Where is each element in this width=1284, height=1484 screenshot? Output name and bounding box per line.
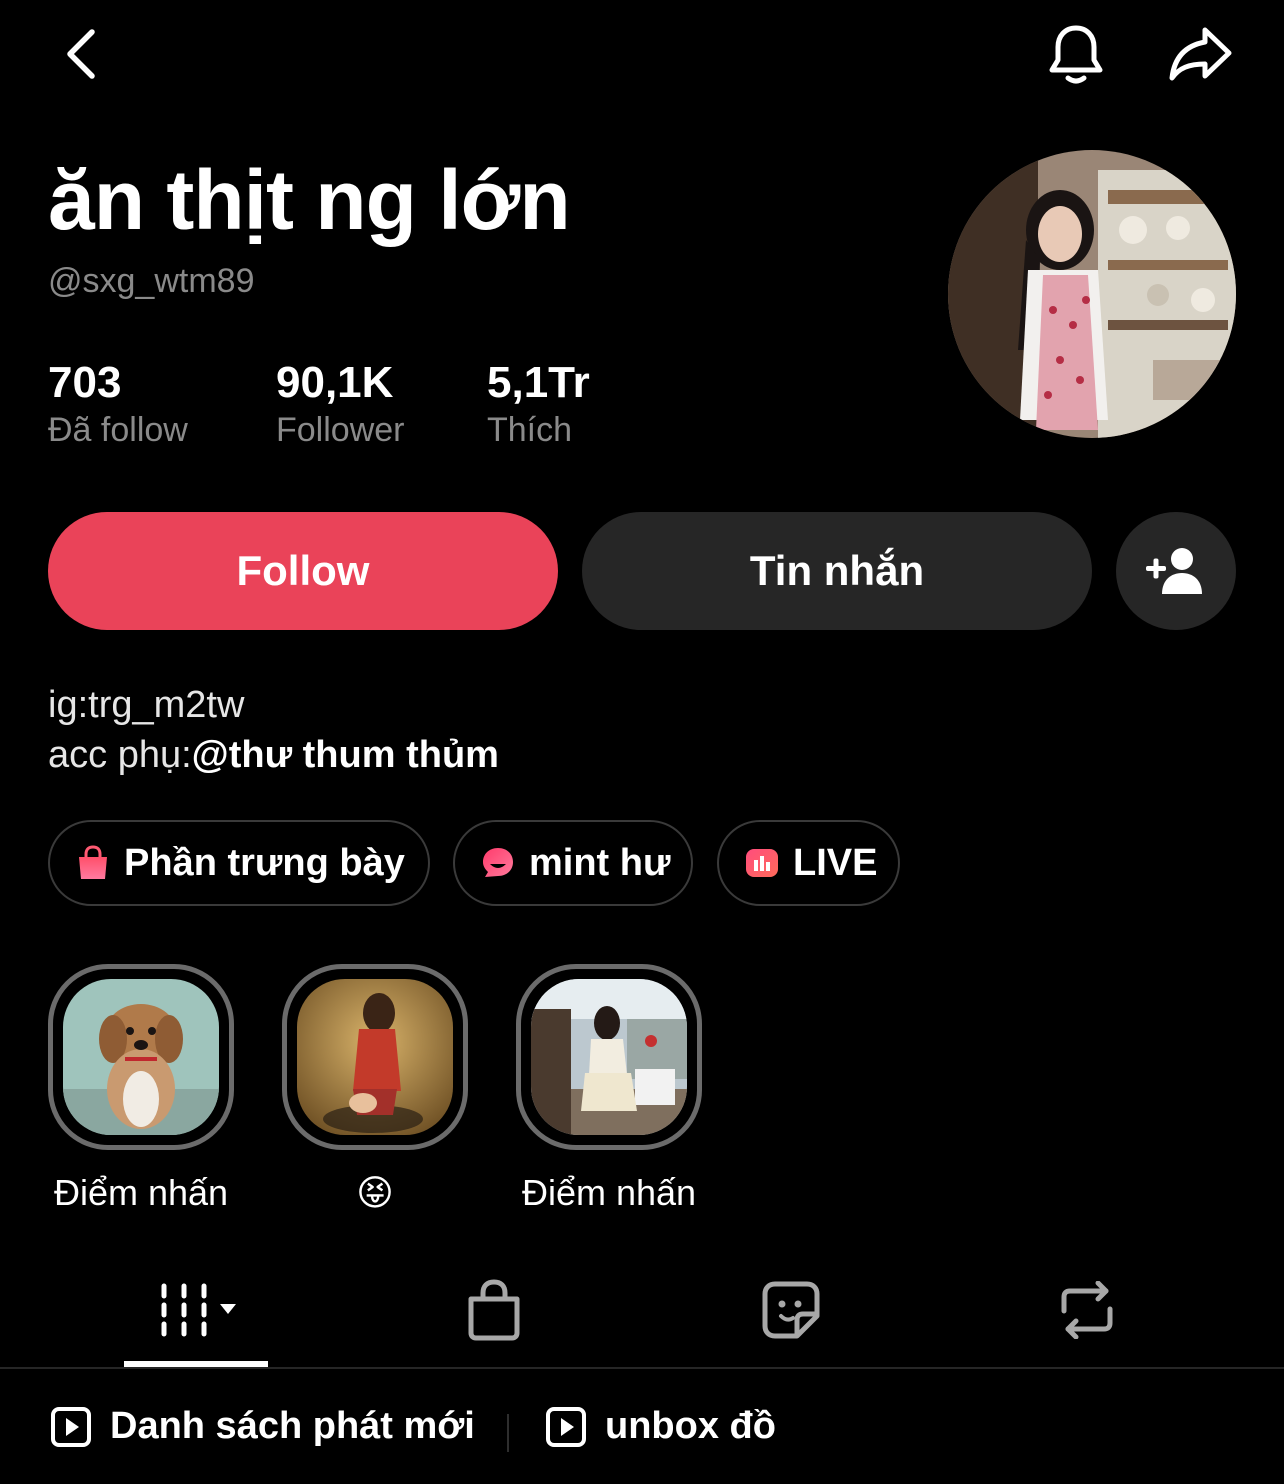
bio-mention[interactable]: @thư thum thủm [192,734,499,776]
stat-likes-label: Thích [487,411,573,449]
follow-button[interactable]: Follow [48,512,558,630]
playlist-1-label: Danh sách phát mới [110,1405,475,1447]
share-button[interactable] [1160,14,1240,94]
highlight-2-caption: 😝 [356,1172,394,1213]
tab-stickers[interactable] [717,1270,865,1350]
sticker-icon [762,1281,820,1339]
highlight-3[interactable]: Điểm nhấn [516,964,702,1214]
chip-showcase[interactable]: Phần trưng bày [48,820,430,906]
chip-showcase-label: Phần trưng bày [124,841,405,884]
chip-mint[interactable]: mint hư [453,820,693,906]
bell-icon [1049,25,1103,84]
bio-line-2: acc phụ:@thư thum thủm [48,734,499,777]
avatar[interactable] [948,150,1236,438]
shopping-bag-icon [76,845,110,881]
back-button[interactable] [40,14,120,94]
playlist-separator [507,1414,509,1452]
playlist-2-label: unbox đồ [605,1405,776,1447]
share-arrow-icon [1169,27,1232,81]
chevron-down-icon [220,1304,236,1314]
chevron-left-icon [67,29,95,79]
chat-bubble-icon [481,846,515,880]
highlight-1-image [63,979,219,1135]
repost-icon [1061,1281,1113,1339]
username: @sxg_wtm89 [48,262,255,300]
bio-line-1: ig:trg_m2tw [48,684,245,726]
stat-following-value: 703 [48,358,122,407]
tabs-divider [0,1367,1284,1369]
message-button[interactable]: Tin nhắn [582,512,1092,630]
avatar-photo [948,150,1236,438]
stat-likes[interactable]: 5,1Tr Thích [487,356,590,450]
stat-likes-value: 5,1Tr [487,358,590,407]
highlight-1[interactable]: Điểm nhấn [48,964,234,1214]
highlight-2-ring [282,964,468,1150]
highlight-2-image [297,979,453,1135]
chip-live[interactable]: LIVE [717,820,900,906]
grid-icon [161,1283,236,1337]
stat-followers-value: 90,1K [276,358,394,407]
highlight-3-caption: Điểm nhấn [521,1172,697,1213]
tab-videos-grid[interactable] [122,1270,270,1350]
highlight-2[interactable]: 😝 [282,964,468,1214]
add-friend-button[interactable] [1116,512,1236,630]
live-icon [745,847,779,879]
tab-shop[interactable] [420,1270,568,1350]
highlight-3-image [531,979,687,1135]
add-user-icon [1146,548,1202,594]
bio-prefix: acc phụ: [48,734,192,776]
highlight-1-ring [48,964,234,1150]
notification-button[interactable] [1036,14,1116,94]
play-icon [50,1406,92,1448]
tab-reposts[interactable] [1013,1270,1161,1350]
stat-followers[interactable]: 90,1K Follower [276,356,404,450]
playlist-2[interactable]: unbox đồ [545,1405,776,1448]
highlight-1-caption: Điểm nhấn [53,1172,229,1213]
chip-live-label: LIVE [793,841,878,884]
stat-following[interactable]: 703 Đã follow [48,356,188,450]
playlist-1[interactable]: Danh sách phát mới [50,1405,475,1448]
highlight-3-ring [516,964,702,1150]
chip-mint-label: mint hư [529,841,671,884]
stat-following-label: Đã follow [48,411,188,449]
play-icon [545,1406,587,1448]
stat-followers-label: Follower [276,411,405,449]
shopping-bag-icon [468,1279,520,1341]
display-name: ăn thịt ng lớn [48,153,571,247]
